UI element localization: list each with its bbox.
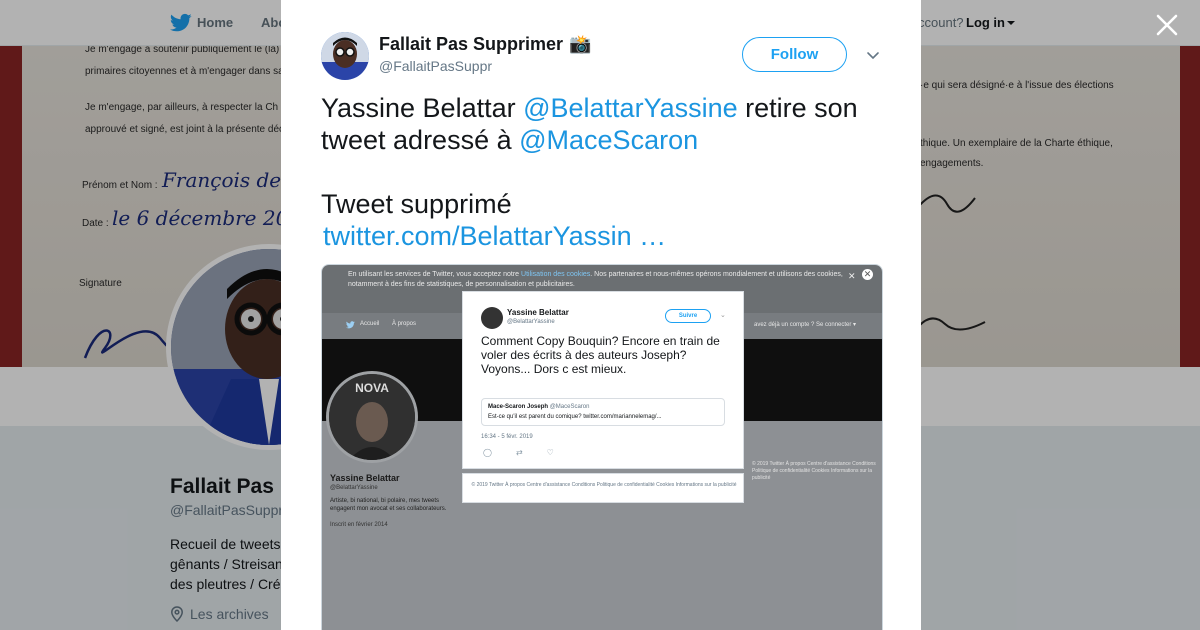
screenshot-bird-icon xyxy=(346,321,355,329)
tweet-text: Yassine Belattar @BelattarYassine retire… xyxy=(321,92,891,252)
screenshot-follow-button: Suivre xyxy=(665,309,711,323)
tweet-media-image[interactable]: En utilisant les services de Twitter, vo… xyxy=(321,264,883,630)
tweet-text-segment: Tweet supprimé xyxy=(321,189,512,219)
screenshot-tweet-handle: @BelattarYassine xyxy=(507,319,555,325)
screenshot-quote-author-name: Mace-Scaron Joseph xyxy=(488,404,549,410)
screenshot-quote-author: Mace-Scaron Joseph @MaceScaron xyxy=(488,404,589,410)
tweet-author-name-text: Fallait Pas Supprimer xyxy=(379,34,564,54)
close-icon[interactable] xyxy=(1154,12,1180,38)
chevron-down-icon[interactable] xyxy=(865,47,881,63)
mention-link[interactable]: @BelattarYassine xyxy=(523,93,738,123)
screenshot-profile-avatar: NOVA xyxy=(326,371,418,463)
screenshot-tweet-avatar xyxy=(481,307,503,329)
mention-link[interactable]: @MaceScaron xyxy=(519,125,698,155)
screenshot-avatar-image: NOVA xyxy=(329,374,415,460)
tweet-text-segment: Yassine Belattar xyxy=(321,93,524,123)
screenshot-cookie-link: Utilisation des cookies xyxy=(521,271,591,278)
screenshot-embedded-tweet: Yassine Belattar @BelattarYassine Suivre… xyxy=(462,291,744,469)
screenshot-tweet-name: Yassine Belattar xyxy=(507,308,569,317)
screenshot-nav-account: avez déjà un compte ? Se connecter ▾ xyxy=(754,322,857,328)
camera-flash-emoji: 📸 xyxy=(569,34,592,54)
screenshot-close-icon: ✕ xyxy=(848,271,856,281)
tweet-author-handle[interactable]: @FallaitPasSuppr xyxy=(379,58,492,74)
screenshot-nav-about: À propos xyxy=(392,321,417,327)
screenshot-profile-handle: @BelattarYassine xyxy=(330,485,378,491)
screenshot-footer-links: © 2019 Twitter À propos Centre d'assista… xyxy=(752,461,876,481)
tweet-author-avatar[interactable] xyxy=(321,32,369,80)
screenshot-profile-bio: Artiste, bi national, bi polaire, mes tw… xyxy=(330,498,447,512)
screenshot-tweet-text: Comment Copy Bouquin? Encore en train de… xyxy=(481,334,720,376)
reply-icon: ◯ xyxy=(483,448,492,457)
screenshot-nav-home: Accueil xyxy=(360,321,380,327)
tweet-url-link[interactable]: twitter.com/BelattarYassin … xyxy=(321,221,666,251)
screenshot-cookie-text-part: En utilisant les services de Twitter, vo… xyxy=(348,271,522,278)
screenshot-tweet-time: 16:34 - 5 févr. 2019 xyxy=(481,434,533,440)
follow-button[interactable]: Follow xyxy=(742,37,847,72)
screenshot-chevron-icon: ⌄ xyxy=(720,312,726,319)
screenshot-tweet-actions: ◯ ⇄ ♡ xyxy=(483,448,554,457)
heart-icon: ♡ xyxy=(546,448,554,457)
screenshot-embedded-footer-text: © 2019 Twitter À propos Centre d'assista… xyxy=(471,482,737,488)
author-avatar-image xyxy=(321,32,369,80)
tweet-author-name[interactable]: Fallait Pas Supprimer 📸 xyxy=(379,34,591,55)
screenshot-close-circle-icon: ✕ xyxy=(862,269,873,280)
screenshot-profile-joined: Inscrit en février 2014 xyxy=(330,522,388,528)
screenshot-quote-text: Est-ce qu'il est parent du comique? twit… xyxy=(488,414,662,420)
screenshot-embedded-footer: © 2019 Twitter À propos Centre d'assista… xyxy=(462,473,744,503)
screenshot-cookie-text: En utilisant les services de Twitter, vo… xyxy=(348,270,848,290)
tweet-modal: Fallait Pas Supprimer 📸 @FallaitPasSuppr… xyxy=(281,0,921,630)
screenshot-profile-name: Yassine Belattar xyxy=(330,473,400,483)
screenshot-quote-author-handle: @MaceScaron xyxy=(549,404,590,410)
screenshot-quoted-tweet: Mace-Scaron Joseph @MaceScaron Est-ce qu… xyxy=(481,398,725,426)
retweet-icon: ⇄ xyxy=(515,448,523,457)
svg-text:NOVA: NOVA xyxy=(355,381,389,395)
